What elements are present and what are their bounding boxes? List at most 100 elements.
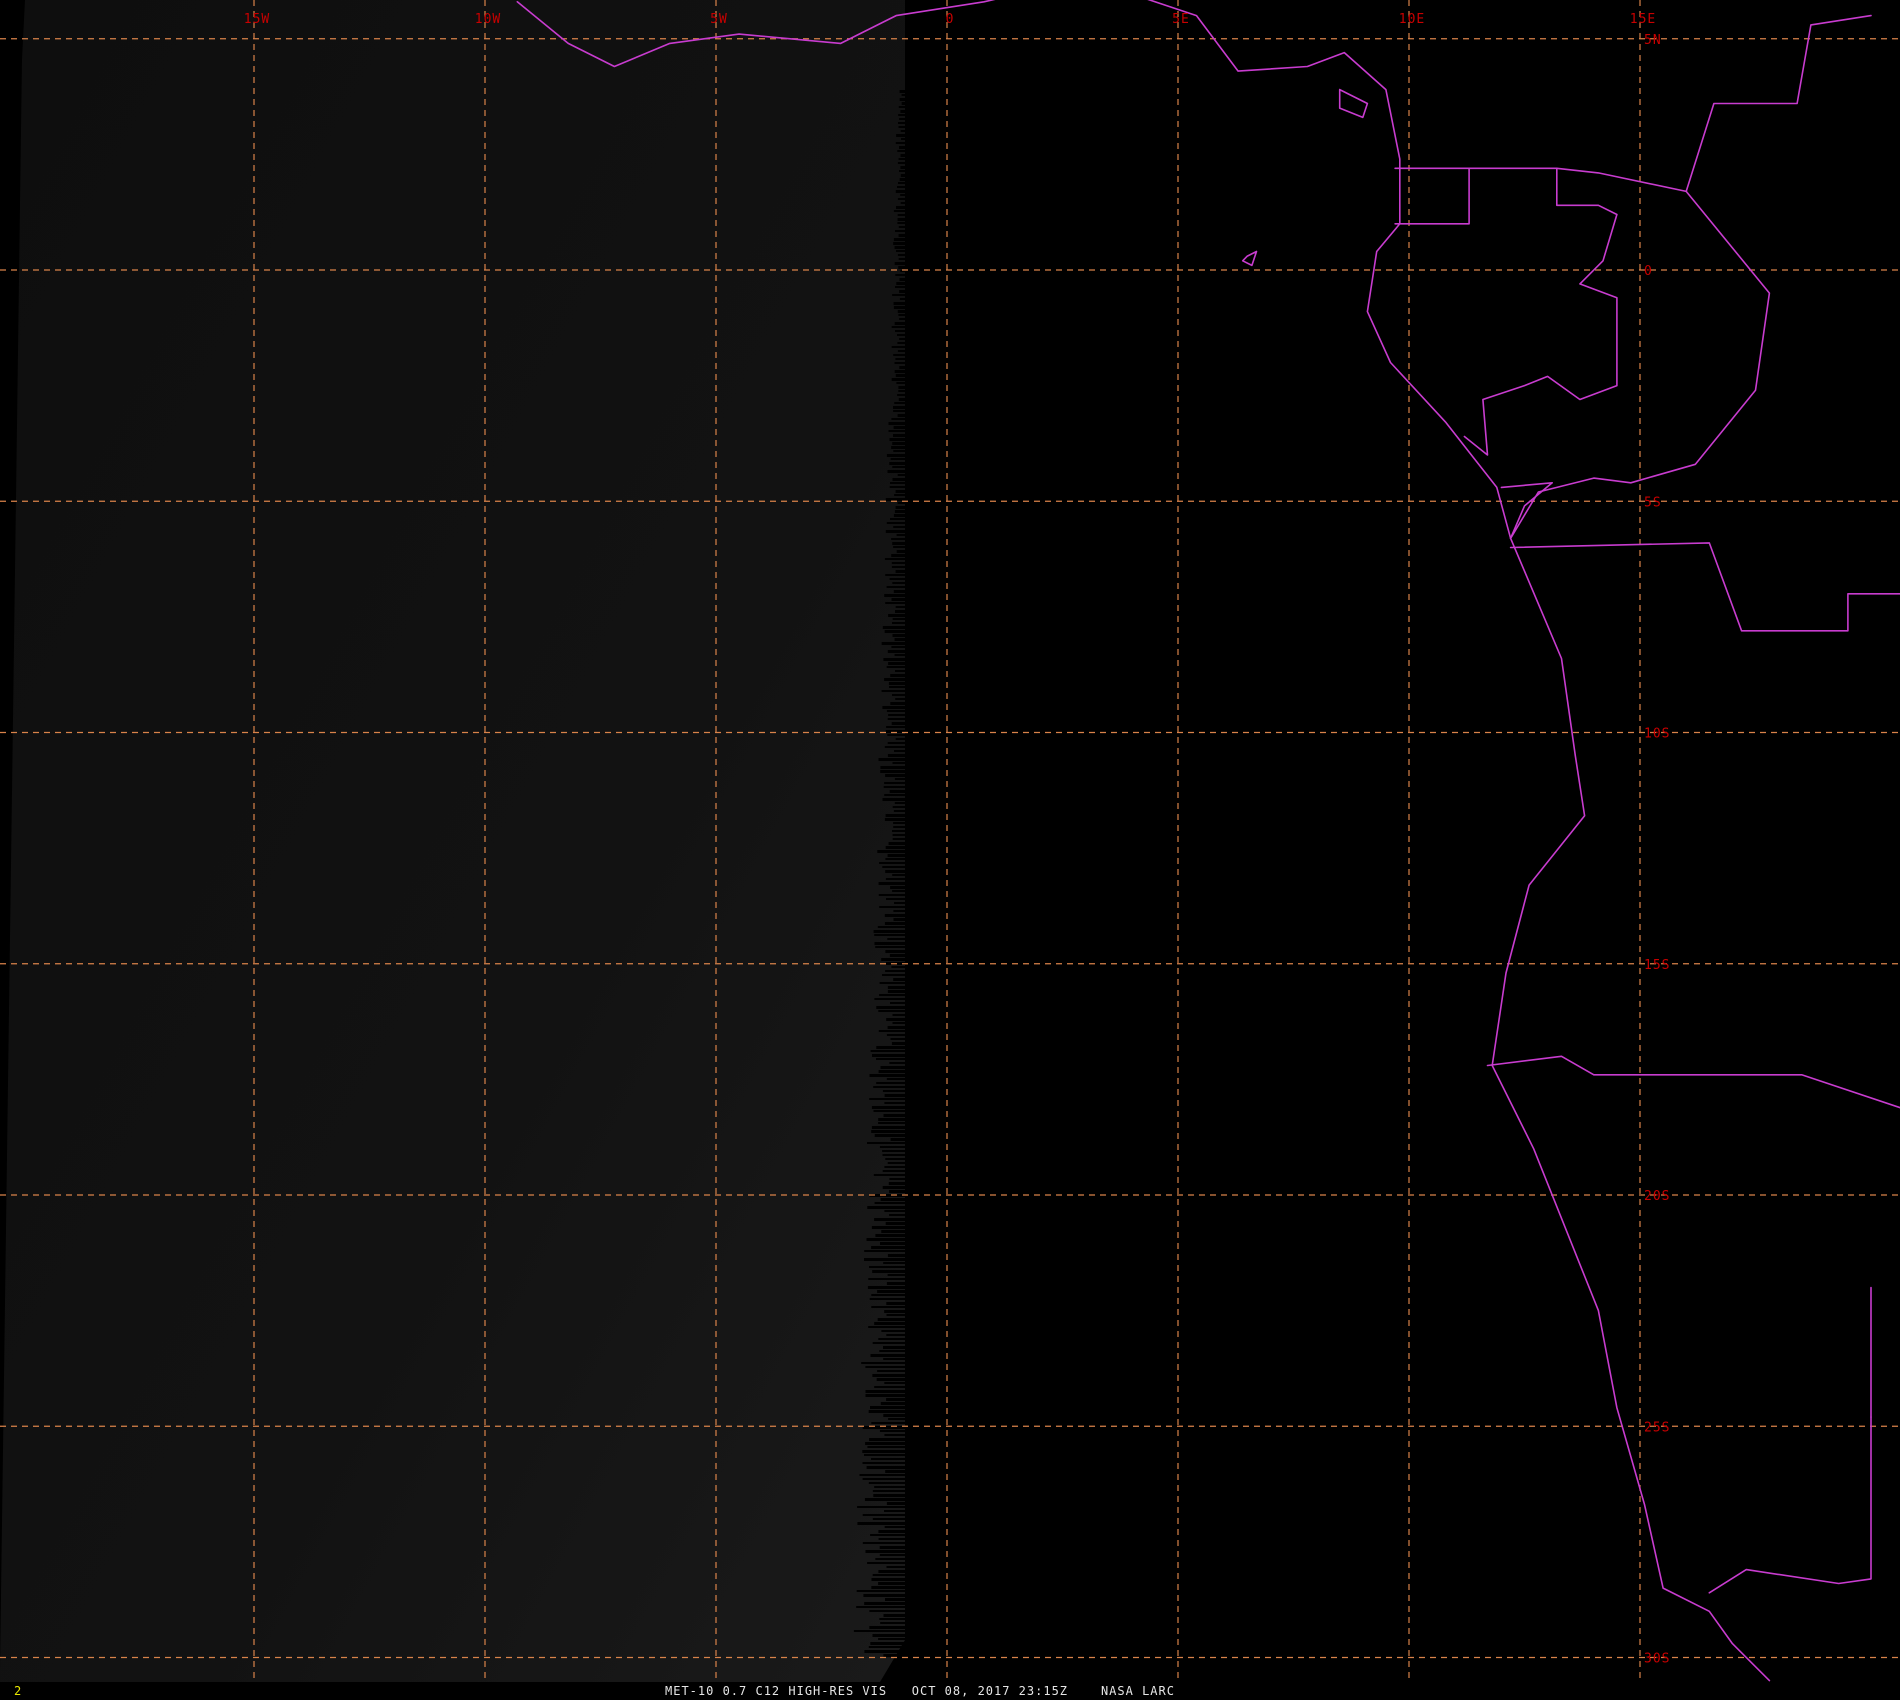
scan-artifact-stripe (887, 1162, 905, 1164)
scan-artifact-stripe (888, 614, 905, 617)
scan-artifact-stripe (888, 682, 905, 685)
scan-artifact-stripe (887, 734, 905, 736)
scan-artifact-stripe (868, 1646, 905, 1648)
scan-artifact-stripe (884, 558, 905, 560)
status-footer: 2 MET-10 0.7 C12 HIGH-RES VIS OCT 08, 20… (0, 1682, 1900, 1700)
scan-artifact-stripe (897, 254, 905, 256)
scan-artifact-stripe (879, 862, 905, 864)
scan-artifact-stripe (891, 378, 905, 381)
scan-artifact-stripe (883, 1358, 905, 1360)
scan-artifact-stripe (862, 1478, 905, 1480)
scan-artifact-stripe (874, 942, 905, 945)
scan-artifact-stripe (865, 1366, 905, 1368)
scan-artifact-stripe (886, 522, 905, 524)
scan-artifact-stripe (884, 1310, 905, 1313)
scan-artifact-stripe (885, 846, 905, 849)
scan-artifact-stripe (887, 754, 905, 757)
scan-artifact-stripe (901, 102, 905, 105)
scan-artifact-stripe (889, 1062, 905, 1064)
scan-artifact-stripe (891, 966, 905, 968)
scan-artifact-stripe (885, 498, 905, 501)
scan-artifact-stripe (884, 1102, 905, 1104)
scan-artifact-stripe (893, 590, 905, 593)
scan-artifact-stripe (890, 886, 905, 889)
scan-artifact-stripe (884, 746, 905, 748)
caption-datetime: OCT 08, 2017 23:15Z (911, 1684, 1069, 1698)
scan-artifact-stripe (873, 1110, 905, 1112)
scan-artifact-stripe (862, 1542, 905, 1544)
scan-artifact-stripe (898, 314, 905, 316)
scan-artifact-stripe (892, 694, 905, 696)
scan-artifact-stripe (859, 1474, 905, 1476)
scan-artifact-stripe (893, 306, 905, 309)
scan-artifact-stripe (882, 1150, 905, 1152)
scan-artifact-stripe (875, 1558, 905, 1560)
scan-artifact-stripe (892, 542, 905, 545)
scan-artifact-stripe (874, 1322, 905, 1325)
scan-artifact-stripe (892, 838, 905, 840)
scan-artifact-stripe (872, 1518, 905, 1520)
scan-artifact-stripe (893, 426, 905, 429)
latitude-label: 5S (1644, 495, 1662, 510)
scan-artifact-stripe (901, 138, 905, 140)
scan-artifact-stripe (882, 1090, 905, 1092)
scan-artifact-stripe (884, 1434, 905, 1436)
scan-artifact-stripe (895, 738, 905, 740)
scan-artifact-stripe (899, 118, 905, 120)
scan-artifact-stripe (900, 202, 905, 204)
scan-artifact-stripe (893, 822, 905, 824)
scan-artifact-stripe (890, 458, 905, 460)
scan-artifact-stripe (871, 1422, 905, 1424)
scan-artifact-stripe (885, 814, 905, 817)
scan-artifact-stripe (857, 1506, 905, 1508)
scan-artifact-stripe (884, 818, 905, 821)
scan-artifact-stripe (891, 346, 905, 348)
scan-artifact-stripe (895, 190, 905, 193)
scan-artifact-stripe (899, 366, 905, 369)
scan-artifact-stripe (884, 1382, 905, 1384)
scan-artifact-stripe (882, 706, 905, 709)
scan-artifact-stripe (895, 698, 905, 700)
scan-artifact-stripe (877, 850, 905, 853)
scan-artifact-stripe (884, 922, 905, 925)
scan-artifact-stripe (891, 554, 905, 557)
scan-artifact-stripe (893, 238, 905, 241)
scan-artifact-stripe (893, 210, 905, 212)
scan-artifact-stripe (898, 114, 905, 116)
scan-artifact-stripe (879, 1618, 905, 1620)
scan-artifact-stripe (872, 1634, 905, 1637)
scan-artifact-stripe (885, 530, 905, 533)
scan-artifact-stripe (886, 1314, 905, 1316)
scan-artifact-stripe (879, 906, 905, 908)
scan-artifact-stripe (884, 678, 905, 681)
scan-artifact-stripe (869, 1266, 905, 1268)
scan-artifact-stripe (894, 246, 905, 249)
scan-artifact-stripe (897, 222, 905, 224)
scan-artifact-stripe (864, 1250, 905, 1252)
scan-artifact-stripe (893, 242, 905, 245)
scan-artifact-stripe (871, 1130, 905, 1133)
scan-artifact-stripe (869, 1298, 905, 1300)
scan-artifact-stripe (894, 510, 905, 513)
scan-artifact-stripe (878, 1338, 905, 1340)
scan-artifact-stripe (885, 1470, 905, 1473)
scan-artifact-stripe (867, 1206, 905, 1209)
scan-artifact-stripe (878, 882, 905, 885)
scan-artifact-stripe (897, 218, 905, 221)
scan-artifact-stripe (898, 266, 905, 269)
scan-artifact-stripe (897, 350, 905, 352)
scan-artifact-stripe (899, 278, 905, 281)
scan-artifact-stripe (892, 762, 905, 764)
scan-artifact-stripe (868, 1326, 905, 1328)
longitude-label: 5E (1172, 12, 1190, 27)
scan-artifact-stripe (862, 1450, 905, 1453)
scan-artifact-stripe (891, 722, 905, 725)
scan-artifact-stripe (898, 258, 905, 260)
scan-artifact-stripe (883, 1114, 905, 1117)
scan-artifact-stripe (886, 666, 905, 668)
scan-artifact-stripe (892, 1022, 905, 1024)
scan-artifact-stripe (882, 974, 905, 976)
scan-artifact-stripe (879, 1350, 905, 1352)
scan-artifact-stripe (896, 282, 905, 285)
scan-artifact-stripe (897, 186, 905, 188)
